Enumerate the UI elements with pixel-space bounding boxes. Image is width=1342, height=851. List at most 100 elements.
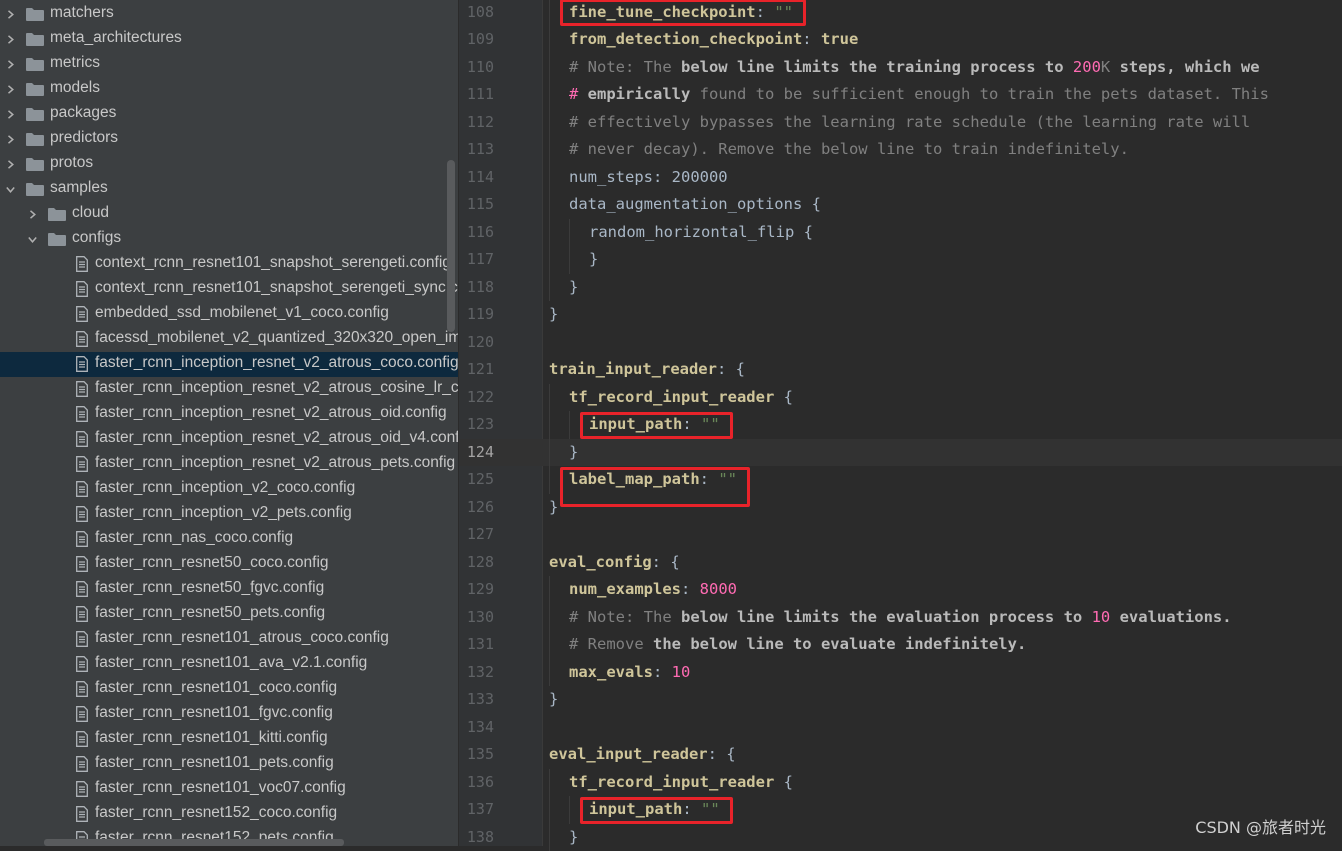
tree-item-label: faster_rcnn_resnet50_fgvc.config: [95, 579, 324, 597]
indent-guide: [549, 26, 550, 54]
tree-folder-configs[interactable]: configs: [0, 227, 458, 252]
code-token: evaluations.: [1110, 608, 1231, 626]
code-line[interactable]: }: [543, 686, 1342, 714]
tree-folder-packages[interactable]: packages: [0, 102, 458, 127]
folder-icon: [26, 8, 44, 21]
tree-file-item[interactable]: faster_rcnn_inception_resnet_v2_atrous_c…: [0, 377, 458, 402]
tree-file-item[interactable]: faster_rcnn_resnet50_pets.config: [0, 602, 458, 627]
tree-folder-models[interactable]: models: [0, 77, 458, 102]
config-file-icon: [76, 581, 88, 597]
line-number: 120: [459, 329, 494, 357]
tree-file-item[interactable]: faster_rcnn_resnet101_voc07.config: [0, 777, 458, 802]
tree-file-item[interactable]: context_rcnn_resnet101_snapshot_serenget…: [0, 277, 458, 302]
tree-file-item[interactable]: faster_rcnn_resnet152_coco.config: [0, 802, 458, 827]
tree-folder-meta_architectures[interactable]: meta_architectures: [0, 27, 458, 52]
code-line[interactable]: # empirically found to be sufficient eno…: [543, 81, 1342, 109]
line-number: 110: [459, 54, 494, 82]
code-line[interactable]: num_steps: 200000: [543, 164, 1342, 192]
code-line[interactable]: }: [543, 246, 1342, 274]
code-content: }: [589, 246, 598, 274]
code-line[interactable]: # effectively bypasses the learning rate…: [543, 109, 1342, 137]
tree-file-item[interactable]: faster_rcnn_inception_resnet_v2_atrous_o…: [0, 402, 458, 427]
code-line[interactable]: # Note: The below line limits the traini…: [543, 54, 1342, 82]
indent-guide: [569, 246, 570, 274]
tree-file-item[interactable]: faster_rcnn_resnet101_kitti.config: [0, 727, 458, 752]
code-line[interactable]: tf_record_input_reader {: [543, 769, 1342, 797]
code-line[interactable]: }: [543, 301, 1342, 329]
tree-file-item[interactable]: faster_rcnn_inception_resnet_v2_atrous_c…: [0, 352, 458, 377]
code-line[interactable]: # never decay). Remove the below line to…: [543, 136, 1342, 164]
chevron-right-icon[interactable]: [6, 110, 15, 119]
tree-file-item[interactable]: faster_rcnn_resnet101_fgvc.config: [0, 702, 458, 727]
config-file-icon: [76, 406, 88, 422]
chevron-right-icon[interactable]: [6, 135, 15, 144]
tree-file-item[interactable]: faster_rcnn_resnet101_ava_v2.1.config: [0, 652, 458, 677]
indent-guide: [549, 136, 550, 164]
tree-folder-cloud[interactable]: cloud: [0, 202, 458, 227]
tree-file-item[interactable]: faster_rcnn_resnet50_coco.config: [0, 552, 458, 577]
line-number: 125: [459, 466, 494, 494]
code-token: :: [681, 580, 700, 598]
code-line[interactable]: [543, 329, 1342, 357]
tree-item-label: samples: [50, 179, 108, 197]
tree-file-item[interactable]: faster_rcnn_inception_v2_pets.config: [0, 502, 458, 527]
tree-folder-protos[interactable]: protos: [0, 152, 458, 177]
tree-folder-predictors[interactable]: predictors: [0, 127, 458, 152]
code-line[interactable]: }: [543, 274, 1342, 302]
chevron-right-icon[interactable]: [6, 10, 15, 19]
tree-file-item[interactable]: faster_rcnn_resnet101_atrous_coco.config: [0, 627, 458, 652]
code-line[interactable]: [543, 521, 1342, 549]
code-line[interactable]: train_input_reader: {: [543, 356, 1342, 384]
code-line[interactable]: data_augmentation_options {: [543, 191, 1342, 219]
chevron-right-icon[interactable]: [6, 35, 15, 44]
code-line[interactable]: eval_config: {: [543, 549, 1342, 577]
line-number: 128: [459, 549, 494, 577]
line-number: 117: [459, 246, 494, 274]
tree-item-label: faster_rcnn_inception_resnet_v2_atrous_c…: [95, 354, 458, 372]
tree-folder-matchers[interactable]: matchers: [0, 2, 458, 27]
tree-file-item[interactable]: faster_rcnn_inception_resnet_v2_atrous_p…: [0, 452, 458, 477]
chevron-right-icon[interactable]: [6, 160, 15, 169]
chevron-right-icon[interactable]: [28, 210, 37, 219]
code-line[interactable]: num_examples: 8000: [543, 576, 1342, 604]
tree-file-item[interactable]: faster_rcnn_resnet50_fgvc.config: [0, 577, 458, 602]
line-number: 115: [459, 191, 494, 219]
code-token: # Note: The: [569, 58, 681, 76]
code-line[interactable]: [543, 714, 1342, 742]
tree-item-label: faster_rcnn_inception_resnet_v2_atrous_c…: [95, 379, 458, 397]
line-number: 121: [459, 356, 494, 384]
config-file-icon: [76, 656, 88, 672]
code-line[interactable]: # Note: The below line limits the evalua…: [543, 604, 1342, 632]
tree-vertical-scrollbar[interactable]: [447, 160, 455, 332]
line-number: 119: [459, 301, 494, 329]
code-line[interactable]: eval_input_reader: {: [543, 741, 1342, 769]
tree-file-item[interactable]: faster_rcnn_inception_resnet_v2_atrous_o…: [0, 427, 458, 452]
code-line[interactable]: random_horizontal_flip {: [543, 219, 1342, 247]
tree-horizontal-scrollbar[interactable]: [44, 839, 344, 846]
chevron-right-icon[interactable]: [6, 60, 15, 69]
tree-file-item[interactable]: faster_rcnn_resnet101_coco.config: [0, 677, 458, 702]
tree-file-item[interactable]: faster_rcnn_resnet101_pets.config: [0, 752, 458, 777]
code-token: 200: [1073, 58, 1101, 76]
code-content: }: [549, 494, 558, 522]
code-token: :: [653, 663, 672, 681]
tree-folder-samples[interactable]: samples: [0, 177, 458, 202]
tree-file-item[interactable]: context_rcnn_resnet101_snapshot_serenget…: [0, 252, 458, 277]
code-line[interactable]: from_detection_checkpoint: true: [543, 26, 1342, 54]
chevron-right-icon[interactable]: [6, 85, 15, 94]
tree-folder-metrics[interactable]: metrics: [0, 52, 458, 77]
config-file-icon: [76, 681, 88, 697]
indent-guide: [549, 576, 550, 604]
code-line[interactable]: tf_record_input_reader {: [543, 384, 1342, 412]
code-line[interactable]: max_evals: 10: [543, 659, 1342, 687]
chevron-down-icon[interactable]: [28, 235, 37, 244]
tree-item-label: faster_rcnn_inception_resnet_v2_atrous_o…: [95, 404, 447, 422]
code-line[interactable]: # Remove the below line to evaluate inde…: [543, 631, 1342, 659]
tree-file-item[interactable]: faster_rcnn_nas_coco.config: [0, 527, 458, 552]
tree-file-item[interactable]: facessd_mobilenet_v2_quantized_320x320_o…: [0, 327, 458, 352]
tree-file-item[interactable]: embedded_ssd_mobilenet_v1_coco.config: [0, 302, 458, 327]
code-line[interactable]: }: [543, 439, 1342, 467]
tree-file-item[interactable]: faster_rcnn_inception_v2_coco.config: [0, 477, 458, 502]
code-editor[interactable]: fine_tune_checkpoint: ""from_detection_c…: [543, 0, 1342, 846]
chevron-down-icon[interactable]: [6, 185, 15, 194]
